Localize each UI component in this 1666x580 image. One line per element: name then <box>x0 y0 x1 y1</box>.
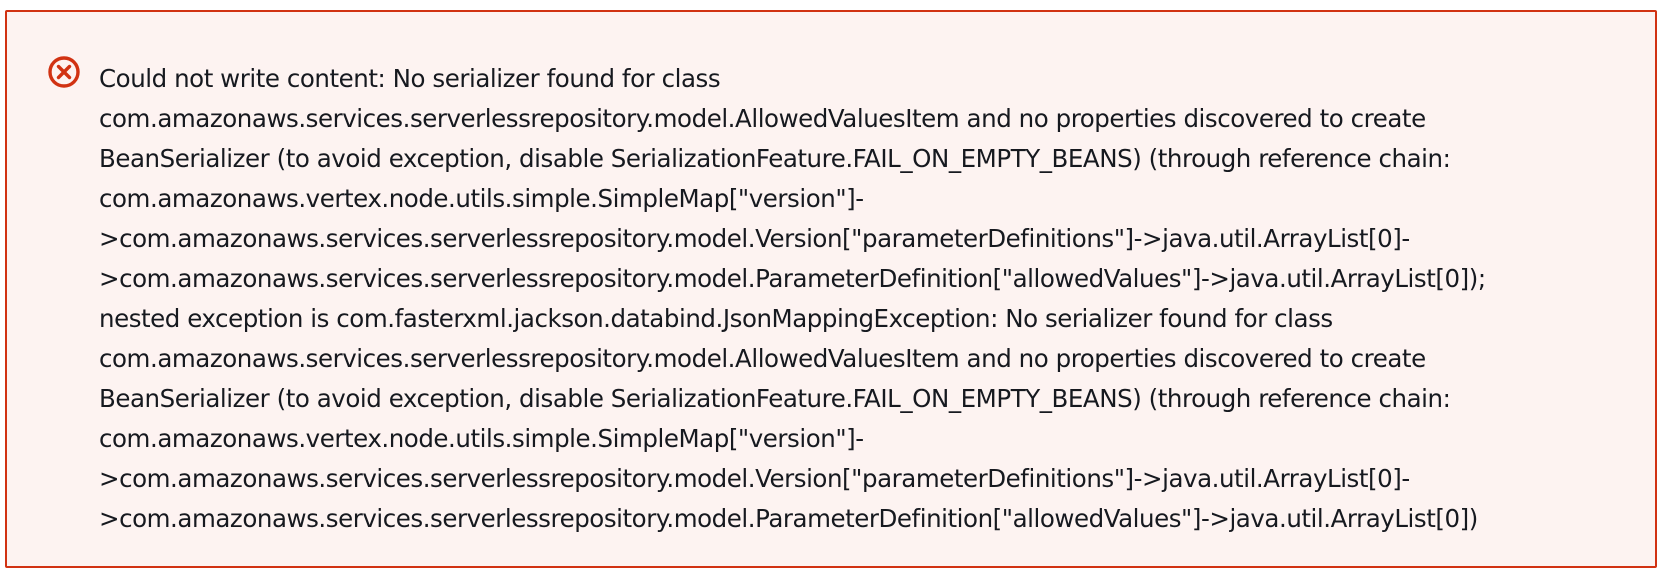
error-message-line: Could not write content: No serializer f… <box>99 64 721 93</box>
error-icon <box>47 55 81 89</box>
error-message-line: com.amazonaws.services.serverlessreposit… <box>99 344 1426 373</box>
error-alert: Could not write content: No serializer f… <box>5 10 1657 568</box>
error-message-line: >com.amazonaws.services.serverlessreposi… <box>99 464 1410 493</box>
error-message-line: com.amazonaws.vertex.node.utils.simple.S… <box>99 424 864 453</box>
error-message: Could not write content: No serializer f… <box>99 59 1639 539</box>
error-message-line: >com.amazonaws.services.serverlessreposi… <box>99 504 1478 533</box>
error-message-line: >com.amazonaws.services.serverlessreposi… <box>99 264 1486 293</box>
error-message-line: BeanSerializer (to avoid exception, disa… <box>99 144 1451 173</box>
error-message-line: com.amazonaws.services.serverlessreposit… <box>99 104 1426 133</box>
error-message-line: >com.amazonaws.services.serverlessreposi… <box>99 224 1410 253</box>
error-message-line: nested exception is com.fasterxml.jackso… <box>99 304 1333 333</box>
error-message-line: BeanSerializer (to avoid exception, disa… <box>99 384 1451 413</box>
error-message-line: com.amazonaws.vertex.node.utils.simple.S… <box>99 184 864 213</box>
